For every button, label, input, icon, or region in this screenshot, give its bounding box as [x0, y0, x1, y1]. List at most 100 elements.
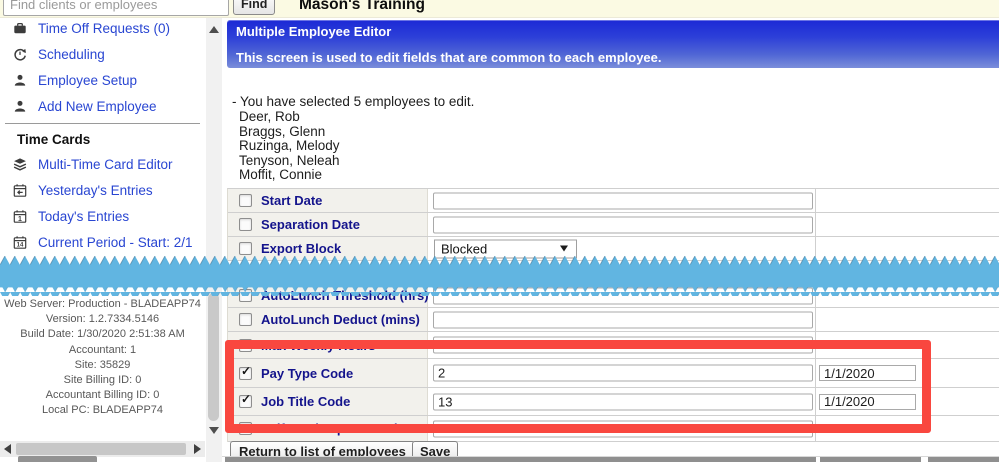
form-row-max-weekly-hours: Max Weekly Hours [228, 332, 999, 359]
sidebar-item-label: Employee Setup [38, 72, 138, 88]
bottom-scrollbar-fragment[interactable] [928, 457, 999, 462]
employee-name: Moffit, Connie [239, 167, 323, 183]
label-cell: AutoLunch Deduct (mins) [228, 308, 428, 331]
server-info-line: Accountant Billing ID: 0 [45, 389, 160, 402]
server-info-line: Accountant: 1 [68, 343, 137, 356]
form-row-input[interactable] [433, 420, 813, 437]
sidebar-item-todays-entries[interactable]: 1 Today's Entries [0, 203, 205, 229]
form-row-input[interactable] [433, 192, 813, 209]
briefcase-icon [12, 21, 27, 35]
server-info-line: Build Date: 1/30/2020 2:51:38 AM [20, 328, 185, 341]
row-checkbox-checked[interactable] [239, 364, 252, 380]
date-cell [816, 237, 999, 260]
form-row-separation-date: Separation Date [228, 213, 999, 237]
bottom-scrollbar-fragment[interactable] [225, 457, 816, 462]
effective-date-input[interactable] [819, 365, 916, 381]
employee-name: Tenyson, Neleah [239, 152, 340, 168]
form-row-export-block: Export Block Blocked [228, 237, 999, 261]
layers-icon [12, 157, 27, 171]
sidebar-item-employee-setup[interactable]: Employee Setup [0, 67, 205, 93]
export-block-select[interactable]: Blocked [434, 239, 577, 258]
outer-scrollbar-fragment [18, 456, 97, 462]
scroll-up-icon[interactable] [209, 26, 219, 33]
form-row-autolunch-deduct: AutoLunch Deduct (mins) [228, 308, 999, 332]
row-checkbox-checked[interactable] [239, 392, 252, 408]
sidebar-item-yesterdays-entries[interactable]: Yesterday's Entries [0, 177, 205, 203]
editor-header-panel: Multiple Employee Editor This screen is … [227, 20, 999, 68]
sidebar-item-scheduling[interactable]: Scheduling [0, 41, 205, 67]
scroll-right-icon[interactable] [194, 444, 201, 454]
row-checkbox[interactable] [239, 194, 252, 207]
form-row-input[interactable] [433, 287, 813, 304]
employee-list: Deer, Rob Braggs, Glenn Ruzinga, Melody … [239, 109, 340, 183]
form-row-label: Pay Type Code [261, 365, 354, 381]
horizontal-scrollbar-thumb[interactable] [16, 443, 186, 455]
form-row-label: Job Title Code [261, 394, 351, 409]
sidebar-item-label: Add New Employee [38, 98, 157, 114]
horizontal-scrollbar[interactable] [0, 441, 205, 457]
form-row-input[interactable] [433, 311, 813, 328]
sidebar-item-add-new-employee[interactable]: Add New Employee [0, 93, 205, 119]
employee-name: Deer, Rob [239, 109, 300, 124]
form-row-label: Separation Date [261, 217, 360, 232]
sidebar-item-current-period[interactable]: 14 Current Period - Start: 2/1 [0, 229, 205, 255]
server-info-line: Site Billing ID: 0 [63, 374, 142, 387]
label-cell: Max Weekly Hours [228, 332, 428, 358]
form-row-label: AutoLunch Threshold (hrs) [261, 288, 429, 303]
find-button[interactable]: Find [233, 0, 276, 15]
row-checkbox[interactable] [239, 289, 252, 302]
row-checkbox[interactable] [239, 218, 252, 231]
date-cell [816, 213, 999, 236]
form-row-autolunch-threshold: AutoLunch Threshold (hrs) [228, 284, 999, 308]
bottom-scrollbar-fragment[interactable] [820, 457, 921, 462]
row-checkbox[interactable] [239, 422, 252, 435]
vertical-scrollbar[interactable] [206, 17, 222, 462]
form-row-input[interactable] [433, 336, 813, 354]
person-icon [12, 99, 27, 113]
sidebar-item-label: Yesterday's Entries [38, 182, 153, 198]
form-row-label: Export Block [261, 241, 342, 256]
search-input[interactable] [3, 0, 229, 16]
employee-name: Braggs, Glenn [239, 123, 326, 139]
panel-subtitle: This screen is used to edit fields that … [236, 50, 662, 65]
input-cell: Blocked [428, 237, 816, 260]
date-cell [816, 388, 999, 415]
form-row-input[interactable] [433, 393, 813, 410]
svg-text:14: 14 [16, 242, 23, 248]
selected-employees-text: - You have selected 5 employees to edit. [232, 94, 475, 109]
label-cell: Self service password [228, 416, 428, 441]
app-window: Find Mason's Training Time Off Requests … [0, 0, 999, 462]
scroll-down-icon[interactable] [209, 427, 219, 434]
row-checkbox[interactable] [239, 338, 252, 352]
effective-date-input[interactable] [819, 393, 916, 410]
sidebar-item-multi-time-card-editor[interactable]: Multi-Time Card Editor [0, 151, 205, 177]
label-cell: Start Date [228, 189, 428, 212]
calendar-1-icon: 1 [12, 209, 27, 223]
form-row-job-title-code: Job Title Code [228, 388, 999, 416]
row-checkbox[interactable] [239, 313, 252, 326]
vertical-scrollbar-thumb[interactable] [208, 293, 219, 421]
form-row-input[interactable] [433, 364, 813, 382]
input-cell [428, 416, 816, 441]
input-cell [428, 388, 816, 415]
scroll-left-icon[interactable] [4, 444, 11, 454]
row-checkbox[interactable] [239, 242, 252, 255]
calendar-back-icon [12, 183, 27, 197]
form-row-label: Start Date [261, 193, 323, 208]
date-cell [816, 359, 999, 387]
server-info-line: Version: 1.2.7334.5146 [45, 313, 160, 326]
sidebar-divider [5, 123, 200, 124]
label-cell: Separation Date [228, 213, 428, 236]
sidebar-item-time-off-requests[interactable]: Time Off Requests (0) [0, 15, 205, 41]
input-cell [428, 189, 816, 212]
form-row-input[interactable] [433, 216, 813, 233]
date-cell [816, 416, 999, 441]
sidebar: Time Off Requests (0) Scheduling Employe… [0, 17, 205, 462]
page-title: Mason's Training [299, 0, 425, 13]
svg-text:1: 1 [18, 215, 22, 222]
calendar-14-icon: 14 [12, 235, 27, 249]
sidebar-item-label: Scheduling [38, 46, 105, 62]
person-icon [12, 73, 27, 87]
schedule-icon [12, 47, 27, 61]
panel-title: Multiple Employee Editor [236, 24, 392, 39]
